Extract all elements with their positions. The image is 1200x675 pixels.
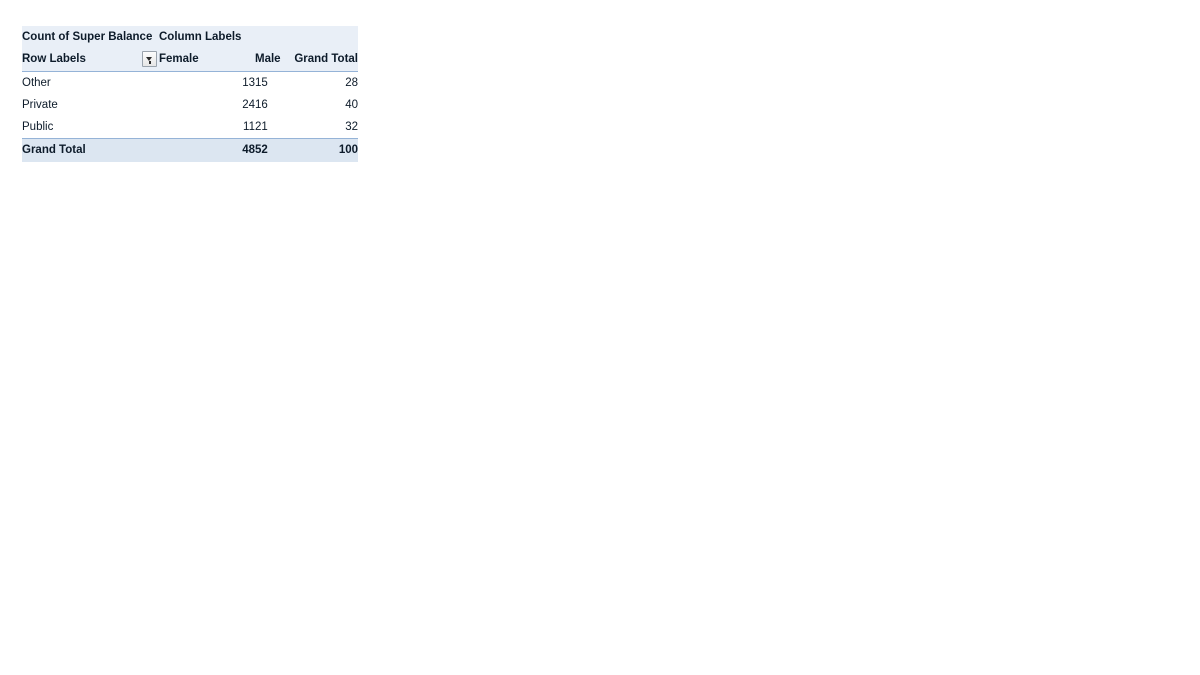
grand-total-male: 52 — [255, 138, 290, 162]
row-label-public[interactable]: Public — [22, 116, 159, 139]
row-labels-filter-dropdown-icon[interactable] — [142, 51, 157, 67]
pivot-header-columns-row: Row Labels Female Male Grand Total — [22, 48, 358, 72]
filter-stem-icon — [148, 61, 151, 64]
row-labels-label: Row Labels — [22, 53, 86, 65]
header-top-spacer-grand — [290, 26, 358, 48]
column-header-male[interactable]: Male — [255, 48, 290, 72]
cell-private-female: 24 — [159, 94, 255, 116]
grand-total-row: Grand Total 48 52 100 — [22, 138, 358, 162]
pivot-table: Count of Super Balance Column Labels Row… — [22, 26, 358, 162]
cell-private-male: 16 — [255, 94, 290, 116]
table-row: Other 13 15 28 — [22, 71, 358, 94]
cell-public-male: 21 — [255, 116, 290, 139]
pivot-header-top-row: Count of Super Balance Column Labels — [22, 26, 358, 48]
cell-other-grand-total: 28 — [290, 71, 358, 94]
column-header-female[interactable]: Female — [159, 48, 255, 72]
pivot-table-container: Count of Super Balance Column Labels Row… — [22, 26, 358, 162]
cell-other-female: 13 — [159, 71, 255, 94]
value-field-header: Count of Super Balance — [22, 26, 159, 48]
row-label-private[interactable]: Private — [22, 94, 159, 116]
cell-other-male: 15 — [255, 71, 290, 94]
column-labels-label: Column Labels — [159, 31, 242, 43]
grand-total-grand-total: 100 — [290, 138, 358, 162]
header-top-spacer-male — [255, 26, 290, 48]
table-row: Public 11 21 32 — [22, 116, 358, 139]
grand-total-label: Grand Total — [22, 138, 159, 162]
cell-private-grand-total: 40 — [290, 94, 358, 116]
cell-public-grand-total: 32 — [290, 116, 358, 139]
row-labels-header-cell: Row Labels — [22, 48, 159, 72]
cell-public-female: 11 — [159, 116, 255, 139]
column-labels-header-cell: Column Labels — [159, 26, 255, 48]
column-header-grand-total[interactable]: Grand Total — [290, 48, 358, 72]
row-label-other[interactable]: Other — [22, 71, 159, 94]
table-row: Private 24 16 40 — [22, 94, 358, 116]
grand-total-female: 48 — [159, 138, 255, 162]
